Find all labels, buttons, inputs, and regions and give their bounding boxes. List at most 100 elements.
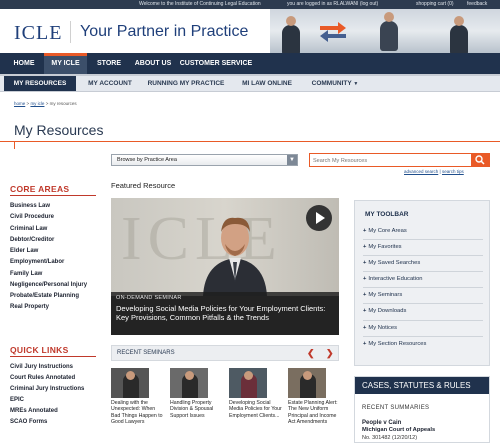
quick-link[interactable]: MREs Annotated (10, 406, 102, 417)
plus-icon: + (363, 324, 367, 331)
toolbar-item[interactable]: + My Core Areas (363, 224, 483, 241)
subnav-my-account[interactable]: MY ACCOUNT (80, 76, 140, 91)
subnav-my-resources[interactable]: MY RESOURCES (4, 76, 76, 91)
core-area-link[interactable]: Family Law (10, 269, 102, 280)
practice-area-select-value: Browse by Practice Area (117, 157, 177, 163)
banner-image (270, 9, 500, 53)
toolbar-item-label: My Favorites (368, 244, 402, 251)
core-area-link[interactable]: Probate/Estate Planning (10, 291, 102, 302)
core-area-link[interactable]: Criminal Law (10, 224, 102, 235)
featured-resource-heading: Featured Resource (111, 181, 176, 190)
case-court: Michigan Court of Appeals (362, 427, 436, 433)
recent-summaries-heading: RECENT SUMMARIES (362, 405, 430, 411)
breadcrumb-sep: > (45, 101, 49, 106)
play-icon[interactable] (306, 205, 332, 231)
seminar-card[interactable]: Developing Social Media Policies for You… (229, 368, 283, 419)
subnav-mi-law-online[interactable]: MI LAW ONLINE (232, 76, 302, 91)
quick-link[interactable]: Civil Jury Instructions (10, 362, 102, 373)
person-figure-icon (380, 12, 398, 51)
secondary-nav: MY RESOURCES MY ACCOUNT RUNNING MY PRACT… (0, 76, 500, 92)
my-toolbar-list: + My Core Areas + My Favorites + My Saved S… (363, 224, 483, 353)
toolbar-item[interactable]: + My Downloads (363, 304, 483, 321)
search-link-sep: | (439, 169, 441, 174)
quick-links-list: Civil Jury Instructions Court Rules Anno… (10, 362, 102, 429)
quick-link[interactable]: EPIC (10, 395, 102, 406)
core-area-link[interactable]: Negligence/Personal Injury (10, 280, 102, 291)
chevron-down-icon: ▼ (287, 155, 297, 165)
plus-icon: + (363, 228, 367, 234)
icle-logo[interactable]: ICLE (14, 22, 62, 45)
cases-heading: CASES, STATUTES & RULES (355, 377, 489, 394)
chevron-right-icon[interactable]: ❯ (326, 348, 334, 359)
core-area-link[interactable]: Business Law (10, 201, 102, 212)
toolbar-item-label: My Saved Searches (368, 260, 421, 267)
core-areas-heading: CORE AREAS (10, 184, 70, 194)
core-area-link[interactable]: Employment/Labor (10, 257, 102, 268)
nav-home[interactable]: HOME (7, 53, 41, 74)
search-input[interactable] (313, 156, 463, 165)
breadcrumb: home > my icle > my resources (14, 101, 77, 106)
core-area-link[interactable]: Civil Procedure (10, 212, 102, 223)
seminar-card[interactable]: Handling Property Division & Spousal Sup… (170, 368, 224, 419)
toolbar-item-label: My Notices (368, 324, 398, 331)
featured-title[interactable]: Developing Social Media Policies for You… (116, 304, 334, 322)
plus-icon: + (363, 260, 367, 267)
toolbar-item[interactable]: + My Favorites (363, 240, 483, 257)
toolbar-item[interactable]: + My Section Resources (363, 337, 483, 353)
advanced-search-link[interactable]: advanced search (404, 169, 438, 174)
toolbar-item[interactable]: + Interactive Education (363, 272, 483, 289)
case-name[interactable]: People v Cain (362, 420, 401, 426)
toolbar-item-label: My Section Resources (368, 340, 427, 347)
featured-kind: ON-DEMAND SEMINAR (116, 295, 182, 301)
logged-in-text[interactable]: you are logged in as RLALWANI (log out) (287, 0, 378, 9)
quick-link[interactable]: SCAO Forms (10, 417, 102, 428)
toolbar-item[interactable]: + My Seminars (363, 288, 483, 305)
core-area-link[interactable]: Elder Law (10, 246, 102, 257)
core-areas-list: Business Law Civil Procedure Criminal La… (10, 201, 102, 314)
quick-links-rule (10, 356, 96, 357)
seminar-card[interactable]: Dealing with the Unexpected: When Bad Th… (111, 368, 165, 426)
quick-link[interactable]: Criminal Jury Instructions (10, 384, 102, 395)
chevron-down-icon: ▼ (353, 81, 359, 87)
core-area-link[interactable]: Real Property (10, 302, 102, 313)
feedback-link[interactable]: feedback (467, 0, 487, 9)
cases-panel: CASES, STATUTES & RULES RECENT SUMMARIES… (354, 376, 490, 443)
seminar-title[interactable]: Handling Property Division & Spousal Sup… (170, 400, 224, 419)
nav-my-icle[interactable]: MY ICLE (44, 53, 87, 74)
breadcrumb-current: my resources (49, 101, 77, 106)
toolbar-item[interactable]: + My Notices (363, 321, 483, 337)
seminar-title[interactable]: Dealing with the Unexpected: When Bad Th… (111, 400, 165, 426)
chevron-left-icon[interactable]: ❮ (307, 348, 315, 359)
featured-video[interactable]: ICLE ON-DEMAND SEMINAR Developing Social… (111, 198, 339, 335)
breadcrumb-my-icle[interactable]: my icle (30, 101, 44, 106)
seminar-title[interactable]: Developing Social Media Policies for You… (229, 400, 283, 419)
seminar-card[interactable]: Estate Planning Alert: The New Uniform P… (288, 368, 342, 426)
toolbar-item-label: Interactive Education (368, 276, 423, 283)
subnav-running-my-practice[interactable]: RUNNING MY PRACTICE (140, 76, 232, 91)
speaker-image (203, 217, 267, 296)
search-icon (475, 155, 485, 165)
logo-divider (70, 21, 71, 43)
quick-links-heading: QUICK LINKS (10, 345, 69, 355)
seminar-title[interactable]: Estate Planning Alert: The New Uniform P… (288, 400, 342, 426)
tagline: Your Partner in Practice (80, 23, 249, 40)
subnav-community[interactable]: COMMUNITY ▼ (304, 76, 366, 91)
nav-customer-service[interactable]: CUSTOMER SERVICE (176, 53, 256, 74)
site-banner: ICLE Your Partner in Practice (0, 9, 500, 53)
person-figure-icon (450, 16, 468, 53)
welcome-text: Welcome to the Institute of Continuing L… (139, 1, 261, 7)
utility-bar: Welcome to the Institute of Continuing L… (0, 0, 500, 9)
shopping-cart-link[interactable]: shopping cart (0) (416, 0, 454, 9)
toolbar-item[interactable]: + My Saved Searches (363, 256, 483, 273)
recent-seminars-heading: RECENT SEMINARS (117, 350, 175, 356)
search-tips-link[interactable]: search tips (442, 169, 464, 174)
nav-about-us[interactable]: ABOUT US (128, 53, 178, 74)
quick-link[interactable]: Court Rules Annotated (10, 373, 102, 384)
practice-area-select[interactable]: Browse by Practice Area ▼ (111, 154, 298, 166)
nav-store[interactable]: STORE (89, 53, 129, 74)
core-areas-rule (10, 195, 96, 196)
seminar-thumbnail (111, 368, 149, 398)
core-area-link[interactable]: Debtor/Creditor (10, 235, 102, 246)
breadcrumb-home[interactable]: home (14, 101, 25, 106)
search-button[interactable] (471, 154, 489, 166)
